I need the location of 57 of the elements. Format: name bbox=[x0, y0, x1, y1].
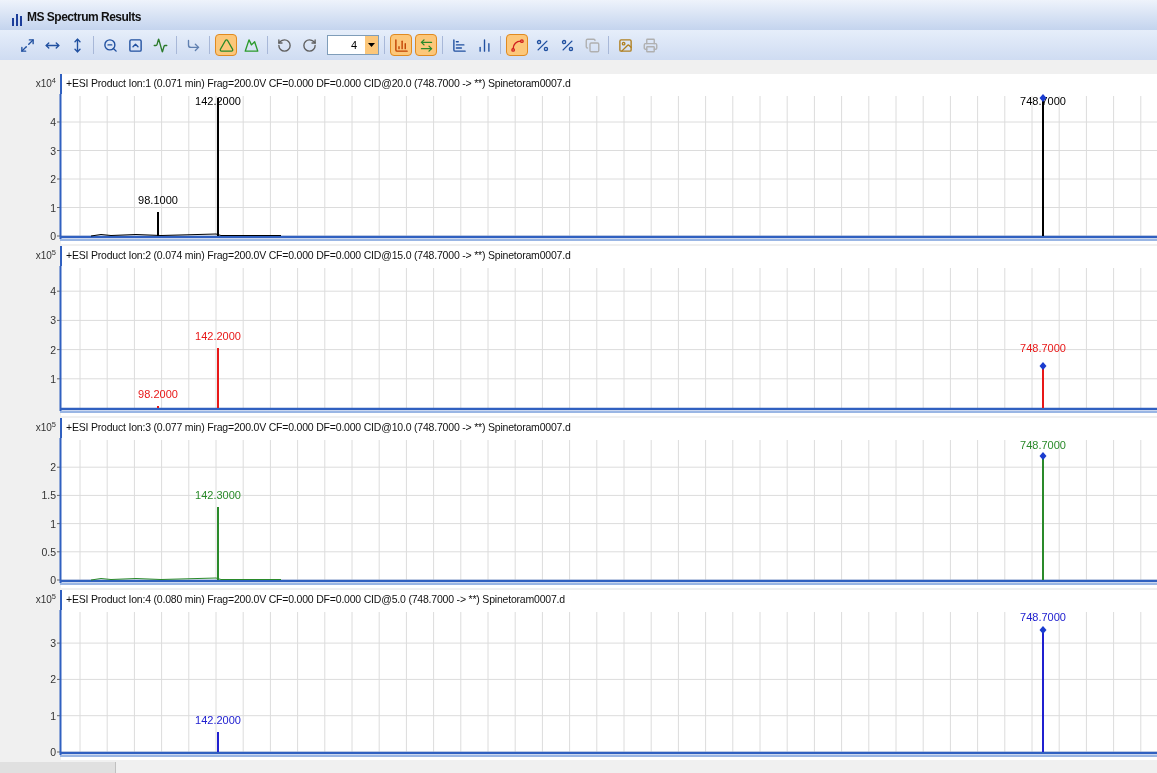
y-tick-label: 4 bbox=[50, 116, 56, 128]
image-icon bbox=[617, 37, 633, 53]
peak-label: 748.7000 bbox=[1020, 611, 1066, 623]
zoom-out-icon bbox=[102, 37, 118, 53]
hook-arrow-icon bbox=[185, 37, 201, 53]
expand-icon bbox=[19, 37, 35, 53]
y-tick-label: 1 bbox=[50, 709, 56, 722]
bracket-chart-icon bbox=[476, 37, 492, 53]
spectrum-title: +ESI Product Ion:4 (0.080 min) Frag=200.0V CF=0.000 DF=0.000 CID@5.0 (748.7000 -> **) Spinetoram0007.d bbox=[66, 592, 565, 608]
curve-icon bbox=[509, 37, 525, 53]
y-tick-label: 0.5 bbox=[41, 545, 56, 558]
percent-icon bbox=[559, 37, 575, 53]
peaks-icon bbox=[152, 37, 168, 53]
y-tick-label: 0 bbox=[50, 230, 56, 242]
triangle-icon bbox=[218, 37, 234, 53]
number-spin-field[interactable]: 4 bbox=[327, 35, 379, 55]
peak-label: 98.1000 bbox=[138, 194, 178, 206]
y-tick-label: 2 bbox=[50, 673, 56, 686]
toolbar-button[interactable] bbox=[390, 34, 412, 56]
peak-label: 98.2000 bbox=[138, 388, 178, 400]
peak-label: 142.3000 bbox=[195, 489, 241, 501]
undo-icon bbox=[276, 37, 292, 53]
mountain-icon bbox=[243, 37, 259, 53]
percent-icon bbox=[534, 37, 550, 53]
peak-label: 142.2000 bbox=[195, 714, 241, 726]
bar-chart-icon bbox=[393, 37, 409, 53]
toolbar-button[interactable] bbox=[415, 34, 437, 56]
y-tick-label: 1 bbox=[50, 517, 56, 530]
peak-label: 748.7000 bbox=[1020, 439, 1066, 451]
peak-label: 748.7000 bbox=[1020, 342, 1066, 354]
y-tick-label: 2 bbox=[50, 461, 56, 474]
y-tick-label: 3 bbox=[50, 144, 56, 157]
spectrum-title: +ESI Product Ion:1 (0.071 min) Frag=200.0V CF=0.000 DF=0.000 CID@20.0 (748.7000 -> **) Spinetoram0007.d bbox=[66, 76, 571, 92]
y-tick-label: 1 bbox=[50, 201, 56, 214]
y-tick-label: 0 bbox=[50, 746, 56, 758]
spectrum-title: +ESI Product Ion:2 (0.074 min) Frag=200.0V CF=0.000 DF=0.000 CID@15.0 (748.7000 -> **) Spinetoram0007.d bbox=[66, 248, 571, 264]
spectrum-title: +ESI Product Ion:3 (0.077 min) Frag=200.0V CF=0.000 DF=0.000 CID@10.0 (748.7000 -> **) Spinetoram0007.d bbox=[66, 420, 571, 436]
toolbar-button[interactable] bbox=[215, 34, 237, 56]
y-tick-label: 2 bbox=[50, 343, 56, 356]
y-tick-label: 1 bbox=[50, 372, 56, 385]
window-title: MS Spectrum Results bbox=[27, 9, 141, 26]
y-tick-label: 2 bbox=[50, 173, 56, 185]
y-tick-label: 4 bbox=[50, 285, 56, 298]
bar-chart-icon bbox=[12, 14, 23, 26]
y-tick-label: 3 bbox=[50, 314, 56, 327]
box-arrows-icon bbox=[127, 37, 143, 53]
copy-icon bbox=[584, 37, 600, 53]
toolbar-button[interactable] bbox=[506, 34, 528, 56]
y-tick-label: 1.5 bbox=[41, 489, 56, 502]
horizontal-arrows-icon bbox=[418, 37, 434, 53]
dropdown-caret-icon[interactable] bbox=[365, 36, 378, 54]
chart-icon bbox=[451, 37, 467, 53]
redo-icon bbox=[301, 37, 317, 53]
peak-label: 142.2000 bbox=[195, 330, 241, 342]
printer-icon bbox=[642, 37, 658, 53]
y-tick-label: 0 bbox=[50, 574, 56, 586]
y-tick-label: 3 bbox=[50, 637, 56, 650]
